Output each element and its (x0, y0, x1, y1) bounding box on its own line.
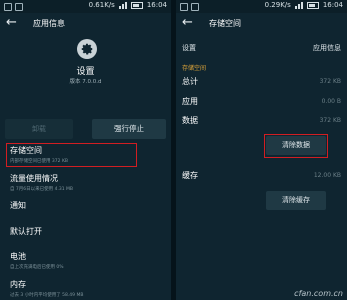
item-title: 默认打开 (10, 227, 42, 236)
list-item-battery[interactable]: 电池 自上次充满电后已使用 0% (10, 251, 64, 270)
row-label: 缓存 (182, 171, 198, 180)
item-title: 流量使用情况 (10, 174, 58, 183)
status-bar: 0.29K/s 16:04 (176, 0, 347, 13)
app-bar: ← 应用信息 (0, 13, 171, 35)
row-value: 372 KB (319, 117, 341, 124)
item-title: 存储空间 (10, 146, 42, 155)
item-subtitle: 自 7月6日以来已使用 4.31 MB (10, 187, 74, 192)
clock: 16:04 (322, 1, 343, 9)
list-item-storage[interactable]: 存储空间 内部存储空间已使用 372 KB (10, 145, 68, 164)
page-title: 应用信息 (33, 19, 65, 28)
item-subtitle: 内部存储空间已使用 372 KB (10, 159, 68, 164)
notification-icon (15, 3, 23, 11)
row-value: 372 KB (319, 78, 341, 85)
app-info-link[interactable]: 应用信息 (313, 43, 341, 53)
list-item-memory[interactable]: 内存 过去 3 小时内平均使用了 58.49 MB (10, 279, 83, 298)
row-label: 总计 (182, 77, 198, 86)
clear-cache-button[interactable]: 清除缓存 (266, 191, 326, 210)
uninstall-button: 卸载 (5, 119, 73, 139)
app-version: 版本 7.0.0.d (69, 79, 102, 85)
network-speed: 0.61K/s (88, 1, 115, 9)
app-bar: ← 存储空间 (176, 13, 347, 35)
storage-row-data: 数据 372 KB (182, 115, 341, 127)
app-name: 设置 (76, 67, 95, 77)
list-item-notifications[interactable]: 通知 (10, 200, 26, 211)
settings-gear-icon (77, 39, 97, 59)
item-title: 通知 (10, 201, 26, 210)
row-value: 12.00 KB (313, 172, 341, 179)
list-item-open-by-default[interactable]: 默认打开 (10, 226, 42, 237)
item-subtitle: 自上次充满电后已使用 0% (10, 265, 64, 270)
app-info-screen: 0.61K/s 16:04 ← 应用信息 设置 版本 7.0.0.d 卸载 强行… (0, 0, 171, 300)
back-arrow-icon[interactable]: ← (182, 16, 196, 30)
network-speed: 0.29K/s (264, 1, 291, 9)
page-title: 存储空间 (209, 19, 241, 28)
signal-icon (118, 1, 127, 9)
status-bar: 0.61K/s 16:04 (0, 0, 171, 13)
row-label: 应用 (182, 97, 198, 106)
storage-row-cache: 缓存 12.00 KB (182, 170, 341, 182)
clear-data-button[interactable]: 清除数据 (266, 136, 326, 155)
storage-row-app: 应用 0.00 B (182, 96, 341, 108)
section-header: 存储空间 (182, 65, 207, 72)
app-name-label: 设置 (182, 44, 196, 52)
row-label: 数据 (182, 116, 198, 125)
back-arrow-icon[interactable]: ← (6, 16, 20, 30)
notification-icon (4, 3, 12, 11)
storage-row-total: 总计 372 KB (182, 76, 341, 88)
list-item-data-usage[interactable]: 流量使用情况 自 7月6日以来已使用 4.31 MB (10, 173, 73, 192)
force-stop-button[interactable]: 强行停止 (92, 119, 166, 139)
item-title: 内存 (10, 280, 26, 289)
battery-icon (306, 1, 319, 9)
signal-icon (294, 1, 303, 9)
watermark: cfan.com.cn (294, 289, 343, 298)
item-subtitle: 过去 3 小时内平均使用了 58.49 MB (10, 293, 84, 298)
item-title: 电池 (10, 252, 26, 261)
notification-icon (180, 3, 188, 11)
row-value: 0.00 B (321, 98, 341, 105)
clock: 16:04 (146, 1, 167, 9)
battery-icon (130, 1, 143, 9)
storage-screen: 0.29K/s 16:04 ← 存储空间 设置 应用信息 存储空间 总计 372… (176, 0, 347, 300)
notification-icon (191, 3, 199, 11)
